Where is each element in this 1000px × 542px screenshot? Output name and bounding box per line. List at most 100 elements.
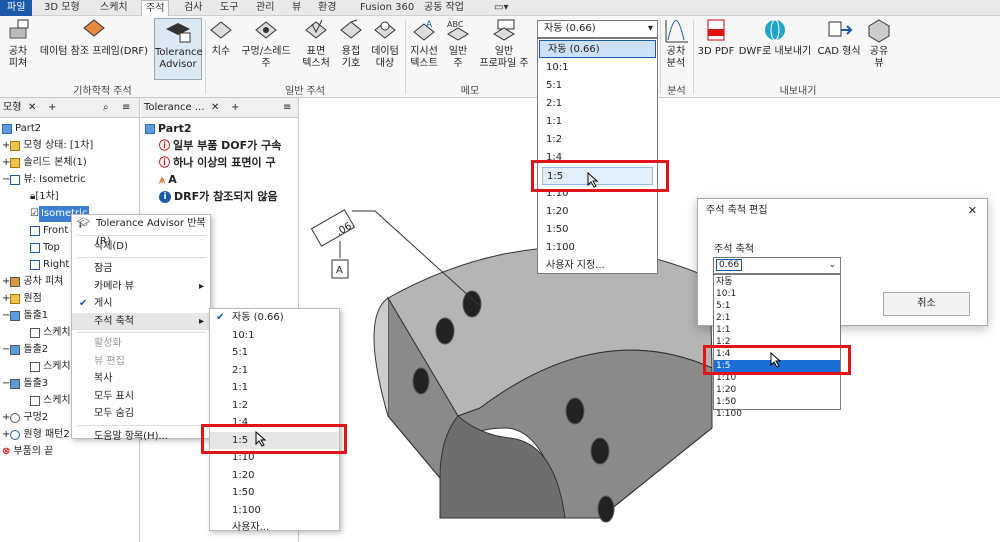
tab-inspect[interactable]: 검사 [180,0,206,16]
tab-overflow-icon[interactable]: ▭▾ [490,0,512,16]
hole-thread-note-button[interactable]: 구멍/스레드 주 [237,18,295,70]
tol-item-drf[interactable]: i DRF가 참조되지 않음 [145,188,281,205]
dwf-globe-icon [765,19,785,41]
tab-sketch[interactable]: 스케치 [96,0,132,16]
dd-item[interactable]: 10:1 [538,59,657,77]
list-item[interactable]: 1:1 [714,324,840,336]
dimension-button[interactable]: 치수 [207,18,235,58]
tol-item-warning2[interactable]: ⓘ 하나 이상의 표면이 구 [145,154,281,171]
share-view-button[interactable]: 공유 뷰 [864,18,894,70]
dd-item[interactable]: 1:50 [538,221,657,239]
menu-hide-all[interactable]: 모두 숨김 [72,405,210,423]
submenu-item[interactable]: 1:100 [210,502,339,520]
tab-manage[interactable]: 관리 [252,0,278,16]
context-menu: 🎓︎ Tolerance Advisor 반복(R) 삭제(D) 잠금 카메라 뷰… [71,214,211,442]
surface-texture-button[interactable]: 표면 텍스처 [298,18,334,70]
tolerance-advisor-button[interactable]: Tolerance Advisor [154,18,203,80]
general-profile-note-button[interactable]: 일반 프로파일 주 [475,18,533,70]
dd-item[interactable]: 2:1 [538,95,657,113]
menu-repeat-tolerance-advisor[interactable]: 🎓︎ Tolerance Advisor 반복(R) [72,215,210,247]
submenu-item[interactable]: 2:1 [210,362,339,380]
list-item[interactable]: 10:1 [714,288,840,300]
tab-annotate[interactable]: 주석 [141,0,170,16]
tree-item-solid-bodies[interactable]: + 솔리드 본체(1) [2,154,93,171]
dialog-scale-combo[interactable]: 0.66 ⌄ [713,257,841,274]
dwf-export-button[interactable]: DWF로 내보내기 [736,18,814,58]
annotation-scale-combo[interactable]: 자동 (0.66) ▾ [537,20,658,38]
cad-format-button[interactable]: CAD 형식 [815,18,863,58]
menu-show-all[interactable]: 모두 표시 [72,388,210,406]
close-icon[interactable]: ✕ [28,98,36,118]
list-item[interactable]: 5:1 [714,300,840,312]
tolerance-analysis-button[interactable]: 공차 분석 [662,18,690,70]
dimension-label: 치수 [211,46,231,57]
list-item[interactable]: 1:20 [714,384,840,396]
group-general-annotation: 일반 주석 [285,86,325,97]
submenu-item[interactable]: 1:50 [210,484,339,502]
dd-item-auto[interactable]: 자동 (0.66) [539,40,656,58]
submenu-item[interactable]: 5:1 [210,344,339,362]
tree-item-end-of-part[interactable]: ⊗ 부품의 끝 [2,443,93,460]
menu-help-topics[interactable]: 도움말 항목(H)... [72,428,210,446]
close-icon[interactable]: ✕ [968,204,977,217]
add-icon[interactable]: + [231,98,239,118]
submenu-item-auto[interactable]: ✔ 자동 (0.66) [210,309,339,327]
search-icon[interactable]: ⌕ [103,98,109,118]
menu-camera-view[interactable]: 카메라 뷰 ▸ [72,278,210,296]
weld-symbol-button[interactable]: 용접 기호 [336,18,366,70]
tab-file[interactable]: 파일 [0,0,33,16]
dialog-scale-combo-value: 0.66 [716,259,743,271]
tree-item-1st[interactable]: 🔒︎ [1차] [2,188,93,205]
tolerance-feature-button[interactable]: 공차 피쳐 [2,18,34,70]
tab-environments[interactable]: 환경 [314,0,340,16]
dd-item[interactable]: 5:1 [538,77,657,95]
tolerance-analysis-icon [665,20,688,43]
menu-lock[interactable]: 잠금 [72,260,210,278]
menu-icon[interactable]: ≡ [283,98,291,118]
tree-item-model-state[interactable]: + 모형 상태: [1차] [2,137,93,154]
dd-item[interactable]: 1:20 [538,203,657,221]
submenu-item-custom[interactable]: 사용자... [210,519,339,537]
dd-item[interactable]: 1:2 [538,131,657,149]
tab-3d-model[interactable]: 3D 모형 [40,0,84,16]
tab-tools[interactable]: 도구 [216,0,242,16]
submenu-item[interactable]: 10:1 [210,327,339,345]
menu-annotation-scale[interactable]: 주석 축척 ▸ [72,312,210,330]
list-item[interactable]: 1:50 [714,396,840,408]
menu-delete[interactable]: 삭제(D) [72,238,210,256]
menu-copy[interactable]: 복사 [72,370,210,388]
cancel-button[interactable]: 취소 [883,292,970,316]
tab-collaborate[interactable]: 공동 작업 [420,0,468,16]
list-item[interactable]: 자동 [714,276,840,288]
submenu-item[interactable]: 1:20 [210,467,339,485]
drf-button[interactable]: 데이텀 참조 프레임(DRF) [38,18,150,58]
tree-item-view[interactable]: − 뷰: Isometric [2,171,93,188]
menu-icon[interactable]: ≡ [122,98,130,118]
part-icon [2,123,12,134]
extrude-icon [10,310,21,321]
submenu-item[interactable]: 1:2 [210,397,339,415]
list-item[interactable]: 1:100 [714,408,840,420]
tab-view[interactable]: 뷰 [288,0,305,16]
browser-title: 모형 [3,102,22,113]
tree-item-part2[interactable]: Part2 [2,120,93,137]
tol-item-warning1[interactable]: ⓘ 일부 부품 DOF가 구속 [145,137,281,154]
datum-target-button[interactable]: 데이텀 대상 [368,18,402,70]
general-note-button[interactable]: ABC 일반 주 [443,18,473,70]
tol-item-datum-a[interactable]: ⩚ A [145,171,281,188]
menu-publish[interactable]: ✔ 게시 [72,295,210,313]
add-icon[interactable]: + [48,98,56,118]
graduation-cap-icon: 🎓︎ [77,218,90,229]
list-item[interactable]: 2:1 [714,312,840,324]
3d-pdf-button[interactable]: 3D PDF [697,18,735,58]
datum-target-label: 데이텀 대상 [371,46,399,69]
dd-item[interactable]: 1:100 [538,239,657,257]
tol-item-part2[interactable]: Part2 [145,120,281,137]
menu-separator [76,332,206,333]
dd-item-custom[interactable]: 사용자 지정... [538,257,657,275]
close-icon[interactable]: ✕ [211,98,219,118]
tab-fusion360[interactable]: Fusion 360 [356,0,418,16]
dd-item[interactable]: 1:1 [538,113,657,131]
leader-text-button[interactable]: A 지시선 텍스트 [407,18,441,70]
submenu-item[interactable]: 1:1 [210,379,339,397]
